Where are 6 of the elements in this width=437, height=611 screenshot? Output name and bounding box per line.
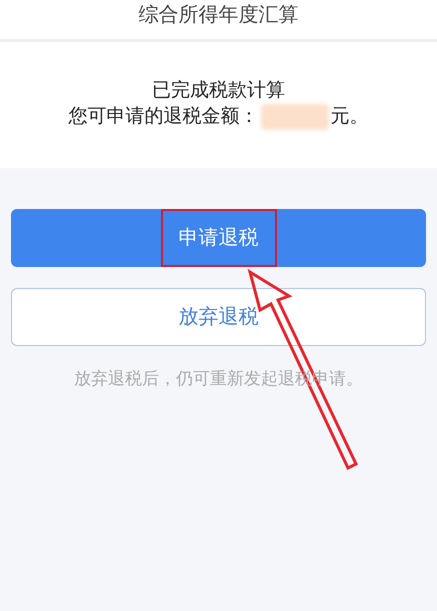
currency-unit: 元。 (330, 105, 368, 129)
status-text: 已完成税款计算 (152, 79, 285, 103)
apply-refund-button[interactable]: 申请退税 (11, 209, 426, 267)
refund-amount-label: 您可申请的退税金额： (68, 105, 258, 129)
decline-refund-button[interactable]: 放弃退税 (11, 288, 426, 346)
page-title: 综合所得年度汇算 (138, 3, 298, 28)
